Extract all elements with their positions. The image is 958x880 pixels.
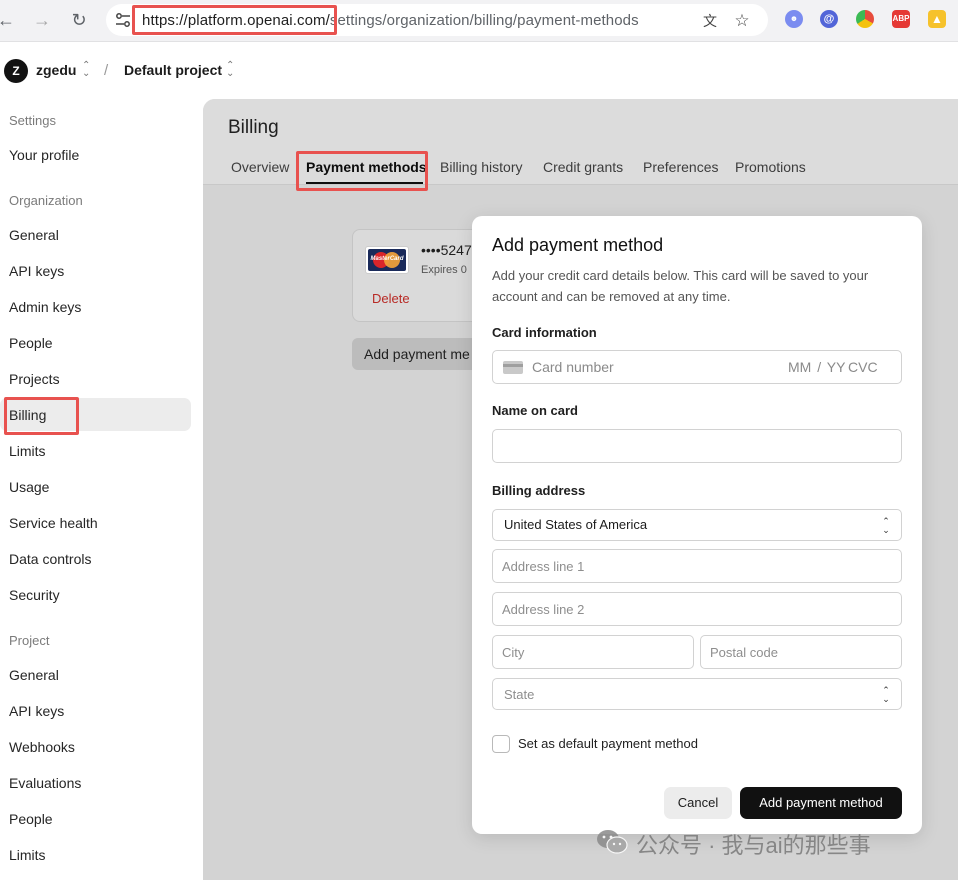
select-chevron-updown-icon: ⌃ ⌄ [882, 516, 890, 535]
url-host: https://platform.openai.com/ [142, 12, 330, 29]
city-input[interactable]: City [492, 635, 694, 669]
sidebar-item-projects[interactable]: Projects [9, 371, 60, 387]
forward-arrow-icon[interactable]: → [30, 8, 54, 32]
yellow-bulb-icon[interactable]: ▲ [928, 10, 946, 28]
site-settings-icon[interactable] [114, 11, 132, 29]
org-avatar[interactable]: Z [4, 59, 28, 83]
default-payment-checkbox[interactable] [492, 735, 510, 753]
modal-description: Add your credit card details below. This… [492, 268, 869, 304]
name-on-card-input[interactable] [492, 429, 902, 463]
sidebar-item-org-api-keys[interactable]: API keys [9, 263, 64, 279]
address-line2-input[interactable]: Address line 2 [492, 592, 902, 626]
cancel-button[interactable]: Cancel [664, 787, 732, 819]
city-placeholder: City [502, 645, 525, 660]
state-select[interactable]: State ⌃ ⌄ [492, 678, 902, 710]
postal-code-input[interactable]: Postal code [700, 635, 902, 669]
org-switcher[interactable]: zgedu [36, 62, 76, 78]
mastercard-logo: MasterCard [365, 246, 409, 274]
add-payment-method-bg-label: Add payment me [364, 346, 470, 362]
url-text[interactable]: https://platform.openai.com/settings/org… [142, 12, 639, 29]
sidebar-item-service-health[interactable]: Service health [9, 515, 98, 531]
card-last-digits: ••••5247 [421, 242, 472, 258]
address-line2-placeholder: Address line 2 [502, 602, 585, 617]
active-tab-indicator [306, 182, 423, 184]
sidebar-item-your-profile[interactable]: Your profile [9, 147, 79, 163]
tab-preferences[interactable]: Preferences [643, 159, 718, 175]
cvc-input[interactable]: CVC [848, 359, 878, 375]
project-chevron-updown-icon[interactable]: ⌃ ⌄ [226, 61, 236, 79]
sidebar-item-evaluations[interactable]: Evaluations [9, 775, 81, 791]
address-line1-placeholder: Address line 1 [502, 559, 585, 574]
country-value: United States of America [504, 517, 648, 532]
address-bar[interactable]: https://platform.openai.com/settings/org… [106, 4, 768, 36]
tab-promotions[interactable]: Promotions [735, 159, 806, 175]
org-chevron-updown-icon[interactable]: ⌃ ⌄ [82, 61, 92, 79]
ai-face-icon[interactable]: ☻ [785, 10, 803, 28]
address-line1-input[interactable]: Address line 1 [492, 549, 902, 583]
saved-card: MasterCard ••••5247 Expires 0 Delete [352, 229, 492, 322]
state-placeholder: State [504, 687, 535, 702]
select-chevron-updown-icon: ⌃ ⌄ [882, 685, 890, 704]
back-arrow-icon[interactable]: ← [0, 8, 18, 32]
sidebar-item-org-people[interactable]: People [9, 335, 53, 351]
sidebar-item-project-people[interactable]: People [9, 811, 53, 827]
reload-icon[interactable]: ↻ [67, 8, 91, 32]
translate-icon[interactable]: 文 [700, 11, 720, 31]
default-payment-label[interactable]: Set as default payment method [518, 736, 698, 751]
country-select[interactable]: United States of America ⌃ ⌄ [492, 509, 902, 541]
sidebar-item-admin-keys[interactable]: Admin keys [9, 299, 81, 315]
mastercard-logo-text: MasterCard [370, 256, 404, 262]
sidebar-item-project-general[interactable]: General [9, 667, 59, 683]
chrome-color-icon[interactable] [856, 10, 874, 28]
sidebar-item-data-controls[interactable]: Data controls [9, 551, 91, 567]
add-payment-method-button-bg[interactable]: Add payment me [352, 338, 492, 370]
card-information-label: Card information [492, 325, 597, 340]
billing-address-label: Billing address [492, 483, 586, 498]
add-payment-method-button[interactable]: Add payment method [740, 787, 902, 819]
sidebar-section-settings: Settings [9, 113, 56, 128]
credit-card-icon [503, 361, 523, 374]
sidebar-item-org-general[interactable]: General [9, 227, 59, 243]
expiry-input[interactable]: MM / YY [788, 359, 845, 375]
modal-title: Add payment method [492, 235, 664, 255]
delete-card-button[interactable]: Delete [372, 291, 410, 306]
at-sign-icon[interactable]: @ [820, 10, 838, 28]
watermark-text: 公众号 · 我与ai的那些事 [636, 833, 871, 858]
tab-billing-history[interactable]: Billing history [440, 159, 522, 175]
tab-payment-methods[interactable]: Payment methods [306, 159, 427, 175]
sidebar-item-billing[interactable]: Billing [9, 407, 46, 423]
project-switcher[interactable]: Default project [124, 62, 222, 78]
sidebar-item-org-limits[interactable]: Limits [9, 443, 46, 459]
card-input[interactable]: Card number MM / YY CVC [492, 350, 902, 384]
sidebar-item-webhooks[interactable]: Webhooks [9, 739, 75, 755]
sidebar-section-organization: Organization [9, 193, 83, 208]
sidebar-section-project: Project [9, 633, 50, 648]
adblock-icon[interactable]: ABP [892, 10, 910, 28]
sidebar-item-project-api-keys[interactable]: API keys [9, 703, 64, 719]
tab-credit-grants[interactable]: Credit grants [543, 159, 623, 175]
postal-code-placeholder: Postal code [710, 645, 778, 660]
sidebar-item-project-limits[interactable]: Limits [9, 847, 46, 863]
url-path: settings/organization/billing/payment-me… [329, 12, 639, 29]
name-on-card-label: Name on card [492, 403, 578, 418]
tab-overview[interactable]: Overview [231, 159, 289, 175]
card-number-input[interactable]: Card number [532, 359, 614, 375]
bookmark-star-icon[interactable]: ☆ [732, 11, 752, 31]
card-expiry: Expires 0 [421, 264, 467, 276]
breadcrumb-separator: / [104, 62, 109, 79]
sidebar-item-usage[interactable]: Usage [9, 479, 49, 495]
sidebar-item-security[interactable]: Security [9, 587, 60, 603]
browser-toolbar: ← → ↻ https://platform.openai.com/settin… [0, 0, 958, 42]
wechat-icon [597, 830, 628, 854]
page-title: Billing [228, 117, 279, 138]
add-payment-modal: Add payment method Add your credit card … [472, 216, 922, 834]
